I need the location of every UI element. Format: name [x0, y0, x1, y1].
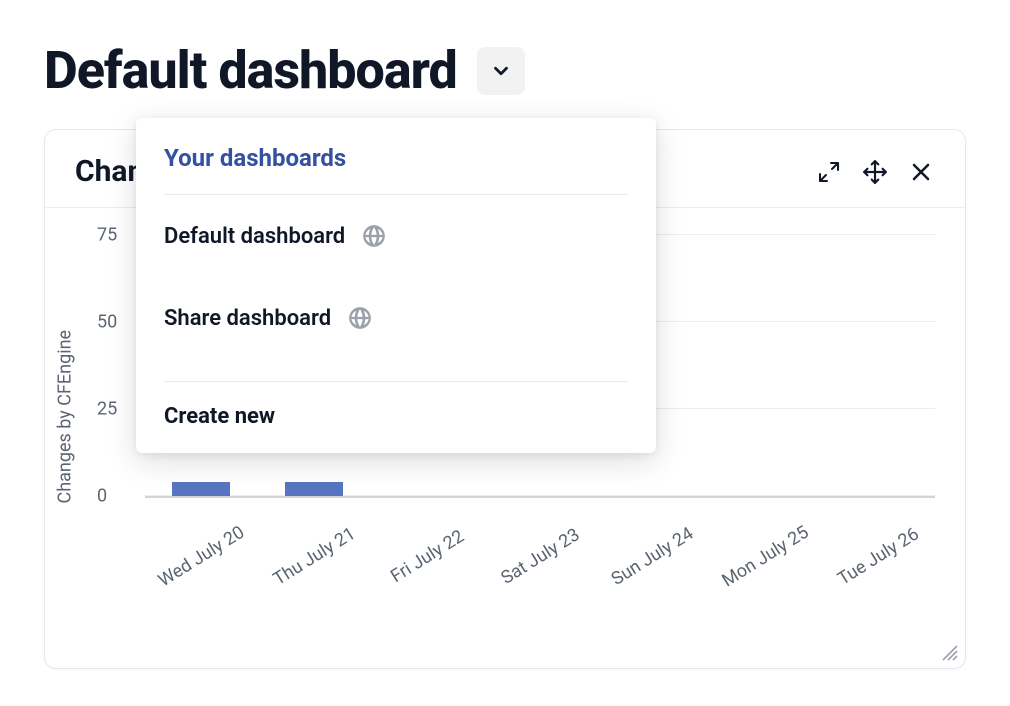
- x-tick: Tue July 26: [825, 518, 932, 596]
- chevron-down-icon: [490, 60, 512, 82]
- y-axis-label: Changes by CFEngine: [55, 330, 76, 504]
- expand-icon: [817, 160, 841, 184]
- gridline: [145, 495, 935, 496]
- y-tick: 0: [97, 486, 107, 507]
- dashboard-dropdown: Your dashboards Default dashboard Share …: [136, 118, 656, 453]
- x-tick: Sat July 23: [487, 518, 594, 596]
- globe-icon: [361, 223, 387, 249]
- y-tick: 50: [97, 312, 117, 333]
- y-tick: 75: [97, 225, 117, 246]
- dropdown-heading: Your dashboards: [136, 138, 656, 172]
- dashboard-option-default[interactable]: Default dashboard: [136, 195, 656, 277]
- x-tick: Sun July 24: [599, 518, 706, 596]
- dashboard-option-share[interactable]: Share dashboard: [136, 277, 656, 359]
- resize-icon: [937, 640, 959, 662]
- dashboard-option-label: Default dashboard: [164, 224, 345, 249]
- resize-handle[interactable]: [937, 640, 959, 662]
- create-new-dashboard[interactable]: Create new: [136, 382, 656, 439]
- page-title: Default dashboard: [44, 40, 457, 101]
- bar-column: [709, 218, 822, 496]
- bar-column: [822, 218, 935, 496]
- expand-button[interactable]: [815, 158, 843, 186]
- close-button[interactable]: [907, 158, 935, 186]
- x-tick: Thu July 21: [261, 518, 368, 596]
- bar: [172, 482, 230, 496]
- x-tick: Mon July 25: [712, 518, 819, 596]
- move-button[interactable]: [861, 158, 889, 186]
- x-tick: Fri July 22: [374, 518, 481, 596]
- y-tick: 25: [97, 399, 117, 420]
- globe-icon: [347, 305, 373, 331]
- x-tick: Wed July 20: [148, 518, 255, 596]
- move-icon: [862, 159, 888, 185]
- close-icon: [909, 160, 933, 184]
- dashboard-option-label: Share dashboard: [164, 306, 331, 331]
- dashboard-picker-toggle[interactable]: [477, 47, 525, 95]
- bar: [285, 482, 343, 496]
